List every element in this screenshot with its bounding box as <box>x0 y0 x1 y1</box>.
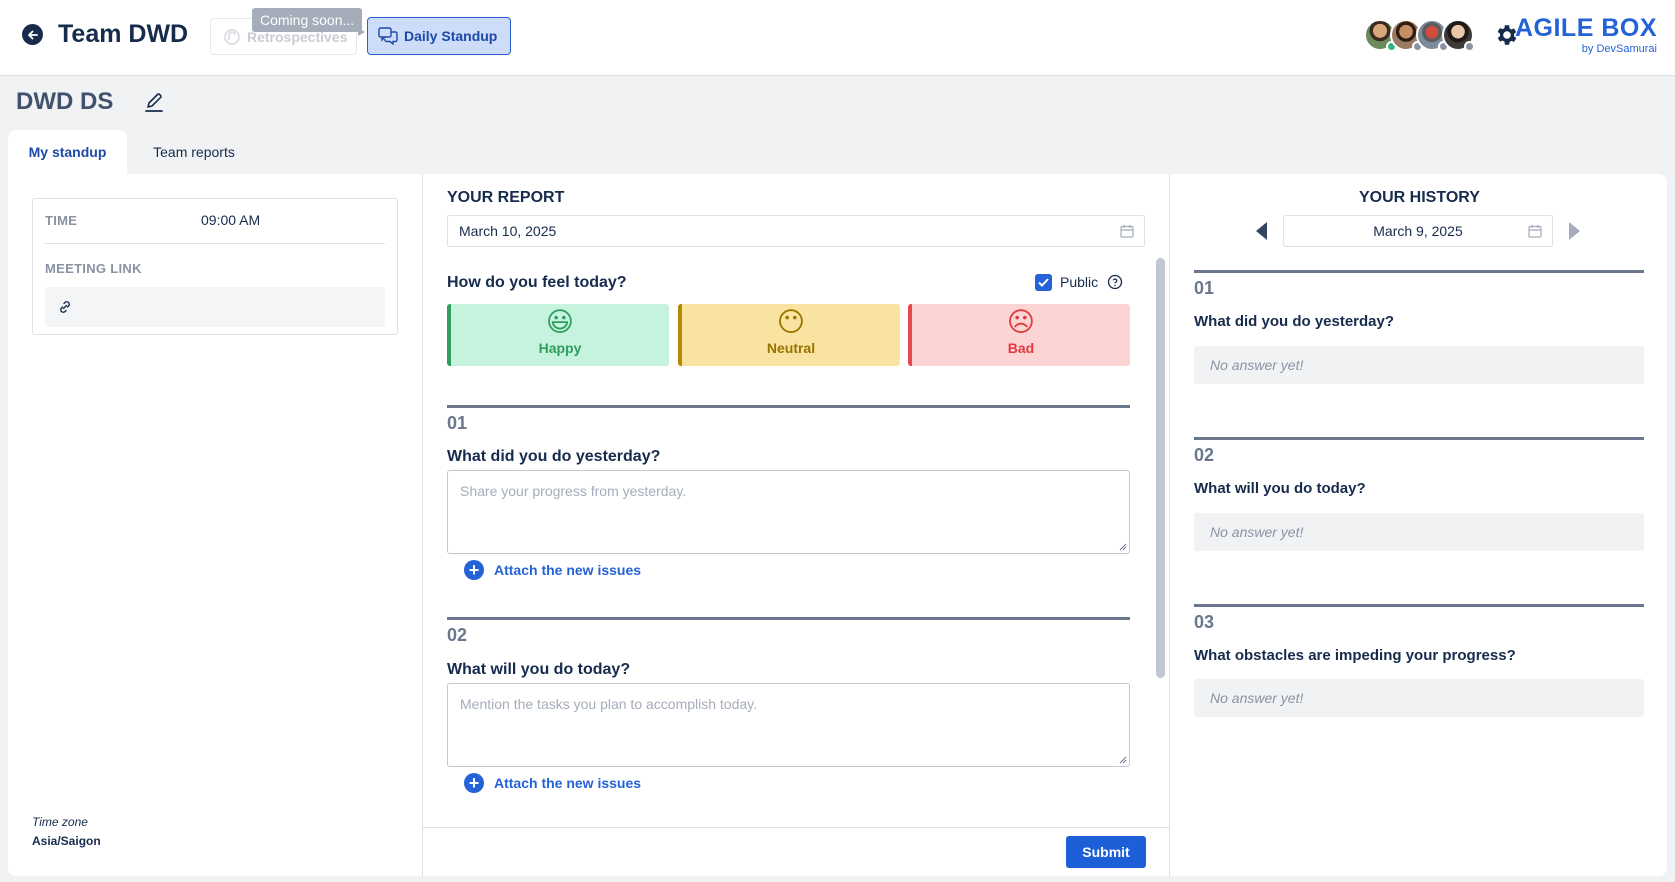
board-title: DWD DS <box>16 88 114 115</box>
help-circle-icon[interactable] <box>1107 274 1123 295</box>
mood-happy-button[interactable]: 😃 Happy <box>447 304 669 366</box>
history-question: What will you do today? <box>1194 480 1366 497</box>
mood-neutral-button[interactable]: 😶 Neutral <box>678 304 900 366</box>
history-date-picker[interactable]: March 9, 2025 <box>1283 215 1553 247</box>
retro-icon <box>224 28 240 45</box>
meeting-link-field[interactable] <box>45 287 385 327</box>
meeting-info-card: TIME 09:00 AM MEETING LINK <box>32 198 398 335</box>
resize-handle-icon[interactable] <box>1119 543 1127 551</box>
mood-label: Bad <box>1007 340 1035 356</box>
calendar-icon <box>1528 225 1542 238</box>
member-avatars[interactable] <box>1364 19 1475 53</box>
tab-my-standup[interactable]: My standup <box>8 130 127 174</box>
question-text: What will you do today? <box>447 661 631 678</box>
history-number: 01 <box>1194 278 1215 298</box>
question-number: 02 <box>447 625 468 645</box>
question-divider <box>447 617 1130 620</box>
timezone-label: Time zone <box>32 815 88 829</box>
avatar[interactable] <box>1442 19 1475 52</box>
coming-soon-tooltip: Coming soon... <box>252 8 363 32</box>
history-question: What obstacles are impeding your progres… <box>1194 647 1516 664</box>
link-icon <box>60 301 70 313</box>
column-divider <box>1169 174 1170 876</box>
answer-placeholder: Share your progress from yesterday. <box>460 483 687 499</box>
top-header: Team DWD Retrospectives Coming soon... D… <box>0 0 1675 76</box>
history-answer: No answer yet! <box>1194 513 1644 551</box>
report-date-value: March 10, 2025 <box>459 223 557 239</box>
report-scrollbar[interactable] <box>1156 258 1165 678</box>
your-report-title: YOUR REPORT <box>447 189 565 206</box>
feel-question: How do you feel today? <box>447 274 627 291</box>
timezone-value: Asia/Saigon <box>32 834 101 848</box>
team-name: Team DWD <box>58 20 189 48</box>
chat-icon <box>378 27 398 45</box>
next-date-arrow-icon[interactable] <box>1569 222 1580 240</box>
plus-circle-icon: + <box>464 773 484 793</box>
history-divider <box>1194 604 1644 607</box>
sad-face-icon: ☹ <box>1006 307 1036 338</box>
attach-issues-link[interactable]: + Attach the new issues <box>464 560 641 580</box>
your-history-title: YOUR HISTORY <box>1359 189 1480 206</box>
resize-handle-icon[interactable] <box>1119 756 1127 764</box>
previous-date-arrow-icon[interactable] <box>1256 222 1267 240</box>
history-divider <box>1194 437 1644 440</box>
attach-issues-link[interactable]: + Attach the new issues <box>464 773 641 793</box>
attach-label: Attach the new issues <box>494 775 642 791</box>
attach-label: Attach the new issues <box>494 562 642 578</box>
brand-logo: AGILE BOX by DevSamurai <box>1515 14 1657 55</box>
history-question: What did you do yesterday? <box>1194 313 1395 330</box>
column-divider <box>422 174 423 876</box>
edit-pencil-icon[interactable] <box>143 92 165 119</box>
history-date-value: March 9, 2025 <box>1373 223 1463 239</box>
submit-button[interactable]: Submit <box>1066 836 1146 868</box>
mood-label: Neutral <box>766 340 816 356</box>
today-answer-input[interactable]: Mention the tasks you plan to accomplish… <box>447 683 1130 767</box>
time-label: TIME <box>45 213 78 228</box>
history-answer: No answer yet! <box>1194 346 1644 384</box>
answer-placeholder: Mention the tasks you plan to accomplish… <box>460 696 758 712</box>
brand-subtitle: by DevSamurai <box>1581 43 1657 55</box>
neutral-face-icon: 😶 <box>776 307 806 338</box>
happy-face-icon: 😃 <box>545 307 575 338</box>
question-number: 01 <box>447 413 468 433</box>
calendar-icon <box>1120 225 1134 238</box>
daily-standup-label: Daily Standup <box>404 28 498 44</box>
mood-bad-button[interactable]: ☹ Bad <box>908 304 1130 366</box>
time-value: 09:00 AM <box>201 212 261 228</box>
public-label: Public <box>1060 274 1099 290</box>
question-divider <box>447 405 1130 408</box>
mood-label: Happy <box>538 340 582 356</box>
tab-team-reports[interactable]: Team reports <box>135 130 253 174</box>
brand-title: AGILE BOX <box>1514 14 1657 42</box>
question-text: What did you do yesterday? <box>447 448 661 465</box>
history-divider <box>1194 270 1644 273</box>
yesterday-answer-input[interactable]: Share your progress from yesterday. <box>447 470 1130 554</box>
public-checkbox[interactable] <box>1035 274 1052 291</box>
meeting-link-label: MEETING LINK <box>45 261 142 276</box>
history-number: 03 <box>1194 612 1215 632</box>
history-number: 02 <box>1194 445 1215 465</box>
report-date-picker[interactable]: March 10, 2025 <box>447 215 1145 247</box>
divider <box>45 243 385 244</box>
footer-divider <box>423 827 1169 828</box>
history-answer: No answer yet! <box>1194 679 1644 717</box>
tooltip-arrow <box>358 28 365 36</box>
daily-standup-button[interactable]: Daily Standup <box>367 17 511 55</box>
back-arrow-icon[interactable] <box>22 24 43 45</box>
plus-circle-icon: + <box>464 560 484 580</box>
